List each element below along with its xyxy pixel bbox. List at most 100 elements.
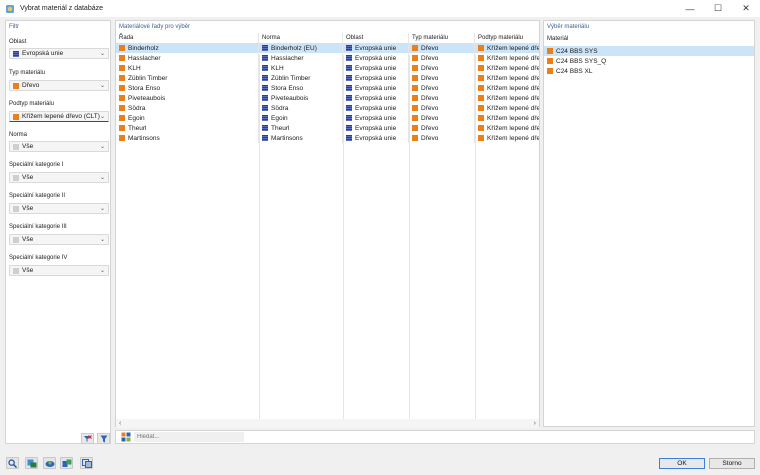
cell-region: Evropská unie [343, 53, 409, 63]
special-category-3-value: Vše [22, 236, 34, 243]
cell-material-type: Dřevo [409, 83, 475, 93]
copy-icon [81, 458, 92, 468]
close-button[interactable]: ✕ [732, 0, 760, 17]
list-item[interactable]: C24 BBS XL [544, 66, 754, 76]
cell-standard: Martinsons [259, 133, 343, 143]
cell-region: Evropská unie [343, 133, 409, 143]
apply-filter-button[interactable] [97, 433, 110, 444]
chevron-down-icon: ⌄ [99, 83, 105, 89]
cell-material-type: Dřevo [409, 63, 475, 73]
filter-label-special-4: Speciální kategorie IV [9, 255, 68, 261]
cell-material-type: Dřevo [409, 123, 475, 133]
filter-title: Filtr [9, 24, 19, 30]
gray-square-icon [13, 236, 19, 243]
special-category-4-select[interactable]: Vše ⌄ [9, 265, 109, 276]
material-selection-title: Výběr materiálu [547, 24, 590, 30]
gray-square-icon [13, 174, 19, 181]
column-header-material-subtype[interactable]: Podtyp materiálu [475, 33, 539, 43]
search-tool-button[interactable] [6, 457, 19, 469]
eu-flag-icon [13, 50, 19, 57]
title-bar: Vybrat materiál z databáze — ☐ ✕ [0, 0, 760, 17]
ok-button[interactable]: OK [659, 458, 705, 469]
window-title: Vybrat materiál z databáze [20, 5, 104, 12]
table-header: Řada Norma Oblast Typ materiálu Podtyp m… [116, 33, 539, 43]
cancel-button[interactable]: Storno [709, 458, 755, 469]
cell-material-type-text: Dřevo [421, 84, 439, 92]
cell-material-type-text: Dřevo [421, 114, 439, 122]
standard-info-button[interactable] [25, 457, 38, 469]
region-select[interactable]: Evropská unie ⌄ [9, 48, 109, 59]
cell-material-subtype: Křížem lepené dřevo [475, 93, 539, 103]
wood-material-icon [547, 68, 553, 74]
wood-material-icon [412, 75, 418, 81]
column-header-standard[interactable]: Norma [259, 33, 343, 43]
cell-standard-text: Theurl [271, 124, 290, 132]
eu-flag-icon [346, 55, 352, 61]
standard-flag-icon [262, 85, 268, 91]
cell-region-text: Evropská unie [355, 104, 397, 112]
cell-material-type: Dřevo [409, 43, 475, 53]
eu-flag-icon [346, 45, 352, 51]
cell-series-text: KLH [128, 64, 141, 72]
wood-material-icon [119, 135, 125, 141]
material-series-panel: Materiálové řady pro výběr Řada Norma Ob… [115, 20, 540, 428]
clear-filter-button[interactable] [81, 433, 94, 444]
cell-standard: Piveteaubois [259, 93, 343, 103]
material-view-button[interactable] [43, 457, 56, 469]
cell-material-subtype-text: Křížem lepené dřevo [487, 44, 539, 52]
cell-material-subtype: Křížem lepené dřevo [475, 53, 539, 63]
column-header-region[interactable]: Oblast [343, 33, 409, 43]
cell-region-text: Evropská unie [355, 114, 397, 122]
filter-label-special-2: Speciální kategorie II [9, 193, 66, 199]
cell-series: Martinsons [116, 133, 259, 143]
special-category-3-select[interactable]: Vše ⌄ [9, 234, 109, 245]
search-input[interactable] [134, 432, 244, 442]
column-header-material-type[interactable]: Typ materiálu [409, 33, 475, 43]
special-category-1-select[interactable]: Vše ⌄ [9, 172, 109, 183]
minimize-button[interactable]: — [676, 0, 704, 17]
cell-region-text: Evropská unie [355, 124, 397, 132]
column-header-series[interactable]: Řada [116, 33, 259, 43]
material-selection-panel: Výběr materiálu Materiál C24 BBS SYS C24 … [543, 20, 755, 427]
material-type-select[interactable]: Dřevo ⌄ [9, 80, 109, 91]
cell-material-subtype: Křížem lepené dřevo [475, 73, 539, 83]
cell-material-type-text: Dřevo [421, 64, 439, 72]
wood-material-icon [119, 105, 125, 111]
material-library-icon [62, 459, 71, 467]
cell-standard-text: KLH [271, 64, 284, 72]
cell-material-subtype: Křížem lepené dřevo [475, 123, 539, 133]
cell-region-text: Evropská unie [355, 84, 397, 92]
list-item-label: C24 BBS SYS_Q [556, 57, 607, 65]
maximize-button[interactable]: ☐ [704, 0, 732, 17]
horizontal-scrollbar[interactable]: ‹ › [116, 419, 539, 428]
table-row[interactable]: Binderholz Binderholz (EU) Evropská unie Dř… [116, 43, 539, 53]
wood-material-icon [547, 58, 553, 64]
table-settings-icon[interactable] [121, 432, 131, 442]
list-item[interactable]: C24 BBS SYS [544, 46, 754, 56]
cell-material-subtype-text: Křížem lepené dřevo [487, 74, 539, 82]
cell-series: Theurl [116, 123, 259, 133]
list-item[interactable]: C24 BBS SYS_Q [544, 56, 754, 66]
filter-label-material-subtype: Podtyp materiálu [9, 101, 55, 107]
orange-square-icon [13, 82, 19, 89]
cell-region: Evropská unie [343, 43, 409, 53]
eu-flag-icon [346, 135, 352, 141]
special-category-2-select[interactable]: Vše ⌄ [9, 203, 109, 214]
cell-standard: KLH [259, 63, 343, 73]
cell-region-text: Evropská unie [355, 64, 397, 72]
region-value: Evropská unie [22, 50, 64, 57]
wood-material-icon [412, 55, 418, 61]
material-library-button[interactable] [60, 457, 73, 469]
wood-material-icon [478, 135, 484, 141]
scroll-right-icon[interactable]: › [534, 420, 536, 427]
wood-material-icon [119, 115, 125, 121]
copy-material-button[interactable] [80, 457, 93, 469]
wood-material-icon [478, 95, 484, 101]
standard-select[interactable]: Vše ⌄ [9, 141, 109, 152]
wood-material-icon [119, 45, 125, 51]
scroll-left-icon[interactable]: ‹ [119, 420, 121, 427]
column-header-material[interactable]: Materiál [547, 36, 754, 46]
bottom-toolbar: OK Storno [0, 451, 760, 475]
material-subtype-select[interactable]: Křížem lepené dřevo (CLT) ⌄ [9, 111, 109, 122]
cell-region: Evropská unie [343, 63, 409, 73]
